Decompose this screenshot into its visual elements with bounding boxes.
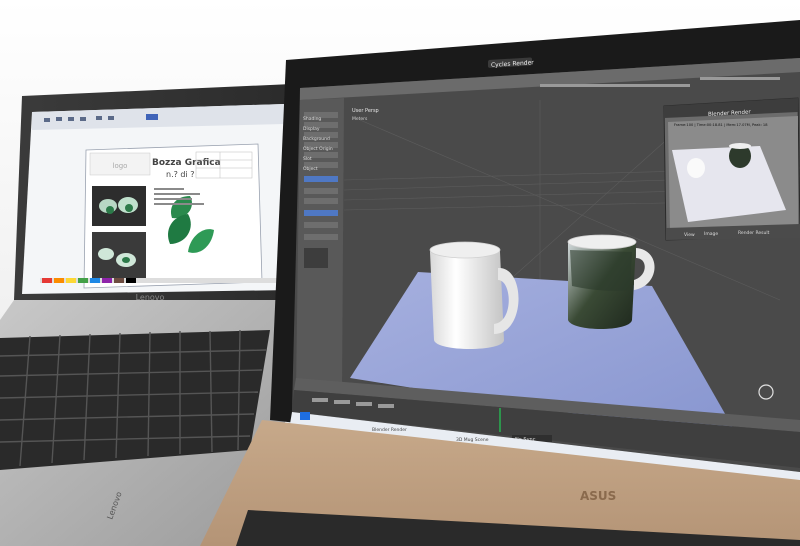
right-laptop: Cycles Render Shading Display Background… [200,20,800,546]
render-footer-view[interactable]: View [684,232,695,238]
start-button[interactable] [300,412,310,420]
panel-item-2[interactable]: Background [303,136,330,142]
left-document-subheading: n.? di ? [166,170,195,179]
panel-item-3[interactable]: Object Origin [303,146,333,152]
render-result-window: Blender Render [663,97,800,241]
left-document-logo: logo [113,162,128,170]
panel-item-1[interactable]: Display [303,126,320,132]
panel-item-4[interactable]: Slot [303,156,312,162]
taskbar-item-1[interactable]: 3D Mug Scene [456,437,489,443]
taskbar-item-0[interactable]: Blender Render [372,427,407,433]
viewport-label: User Persp [352,108,379,114]
panel-item-5[interactable]: Object [303,166,318,172]
right-laptop-brand: ASUS [580,489,616,503]
render-window-info: Frame:100 | Time:00:18.81 | Mem:17.07M, … [674,123,768,127]
left-color-palette [40,278,280,283]
left-document-heading: Bozza Grafica [152,158,221,168]
viewport-sublabel: Meters [352,116,368,122]
render-footer-image[interactable]: Image [704,231,718,237]
panel-item-0[interactable]: Shading [303,116,321,122]
photo-scene: logo Bozza Grafica n.? di ? Lenovo Lenov… [0,0,800,546]
render-footer-result[interactable]: Render Result [738,230,770,236]
